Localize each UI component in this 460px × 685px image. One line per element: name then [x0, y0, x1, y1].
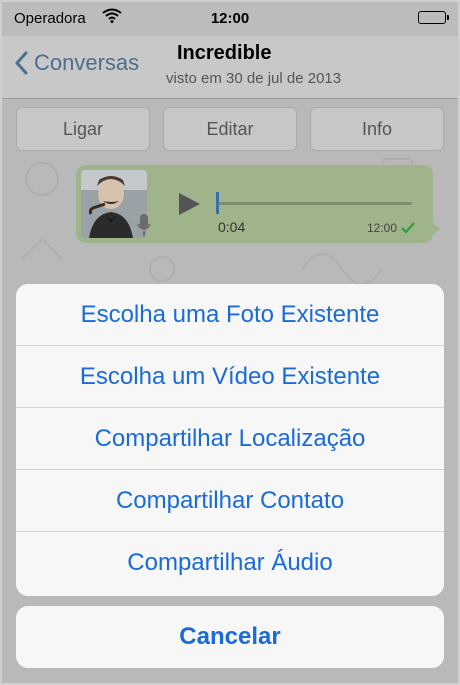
contact-name[interactable]: Incredible: [177, 42, 271, 65]
choose-existing-video-button[interactable]: Escolha um Vídeo Existente: [16, 346, 444, 408]
battery-icon: [418, 11, 449, 24]
back-button[interactable]: Conversas: [14, 50, 139, 76]
chat-actions: Ligar Editar Info: [16, 107, 444, 151]
last-seen-label: visto em 30 de jul de 2013: [166, 70, 342, 87]
cancel-button[interactable]: Cancelar: [16, 606, 444, 668]
message-time: 12:00: [366, 221, 397, 235]
play-icon[interactable]: [176, 191, 202, 222]
info-button[interactable]: Info: [310, 107, 444, 151]
audio-progress-handle[interactable]: [216, 192, 219, 214]
status-bar: Operadora 12:00: [2, 2, 458, 36]
audio-progress-track[interactable]: [216, 202, 412, 205]
phone-screen: Operadora 12:00 Conversas Incredible vis…: [0, 0, 460, 685]
microphone-icon: [136, 213, 152, 242]
edit-button[interactable]: Editar: [163, 107, 297, 151]
chevron-left-icon: [15, 51, 28, 75]
audio-duration: 0:04: [218, 219, 246, 235]
back-label: Conversas: [34, 50, 140, 75]
share-location-button[interactable]: Compartilhar Localização: [16, 408, 444, 470]
share-contact-button[interactable]: Compartilhar Contato: [16, 470, 444, 532]
audio-message-bubble: 0:04 12:00: [76, 165, 441, 243]
action-sheet: Escolha uma Foto Existente Escolha um Ví…: [16, 284, 444, 596]
clock: 12:00: [210, 10, 250, 27]
choose-existing-photo-button[interactable]: Escolha uma Foto Existente: [16, 284, 444, 346]
check-icon: [401, 221, 415, 239]
call-button[interactable]: Ligar: [16, 107, 150, 151]
navigation-bar: Conversas Incredible visto em 30 de jul …: [2, 36, 458, 99]
share-audio-button[interactable]: Compartilhar Áudio: [16, 532, 444, 594]
